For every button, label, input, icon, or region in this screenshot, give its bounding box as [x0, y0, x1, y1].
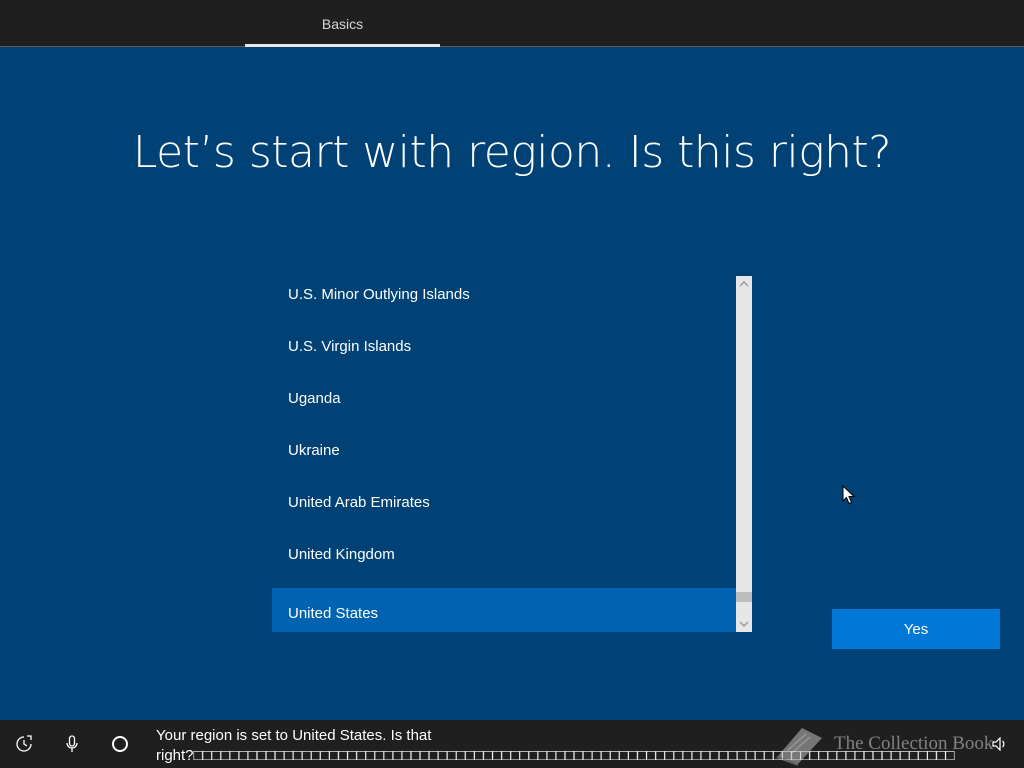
bottom-bar: Your region is set to United States. Is … — [0, 720, 1024, 768]
cortana-icon[interactable] — [108, 732, 132, 756]
scroll-down-arrow-icon[interactable] — [736, 616, 752, 632]
top-tab-bar: Basics — [0, 0, 1024, 47]
region-list-items: U.S. Minor Outlying Islands U.S. Virgin … — [272, 276, 736, 632]
list-item-united-arab-emirates[interactable]: United Arab Emirates — [272, 484, 736, 536]
list-item-united-kingdom[interactable]: United Kingdom — [272, 536, 736, 588]
page-title: Let’s start with region. Is this right? — [132, 127, 892, 178]
mouse-pointer-icon — [842, 484, 856, 510]
book-logo-icon — [776, 728, 822, 766]
tab-basics[interactable]: Basics — [245, 0, 440, 46]
watermark-text: The Collection Book — [834, 733, 994, 754]
list-item-ukraine[interactable]: Ukraine — [272, 432, 736, 484]
watermark: The Collection Book — [772, 720, 1024, 768]
yes-button[interactable]: Yes — [832, 609, 1000, 649]
region-list[interactable]: U.S. Minor Outlying Islands U.S. Virgin … — [272, 276, 752, 632]
volume-icon[interactable] — [988, 732, 1012, 756]
scroll-thumb[interactable] — [736, 592, 752, 602]
list-item-united-states-selected[interactable]: United States — [272, 588, 736, 632]
list-item-uganda[interactable]: Uganda — [272, 380, 736, 432]
region-list-scrollbar[interactable] — [736, 276, 752, 632]
microphone-icon[interactable] — [60, 732, 84, 756]
list-item-us-virgin-islands[interactable]: U.S. Virgin Islands — [272, 328, 736, 380]
list-item-us-minor-outlying-islands[interactable]: U.S. Minor Outlying Islands — [272, 276, 736, 328]
ease-of-access-icon[interactable] — [12, 732, 36, 756]
scroll-up-arrow-icon[interactable] — [736, 276, 752, 292]
